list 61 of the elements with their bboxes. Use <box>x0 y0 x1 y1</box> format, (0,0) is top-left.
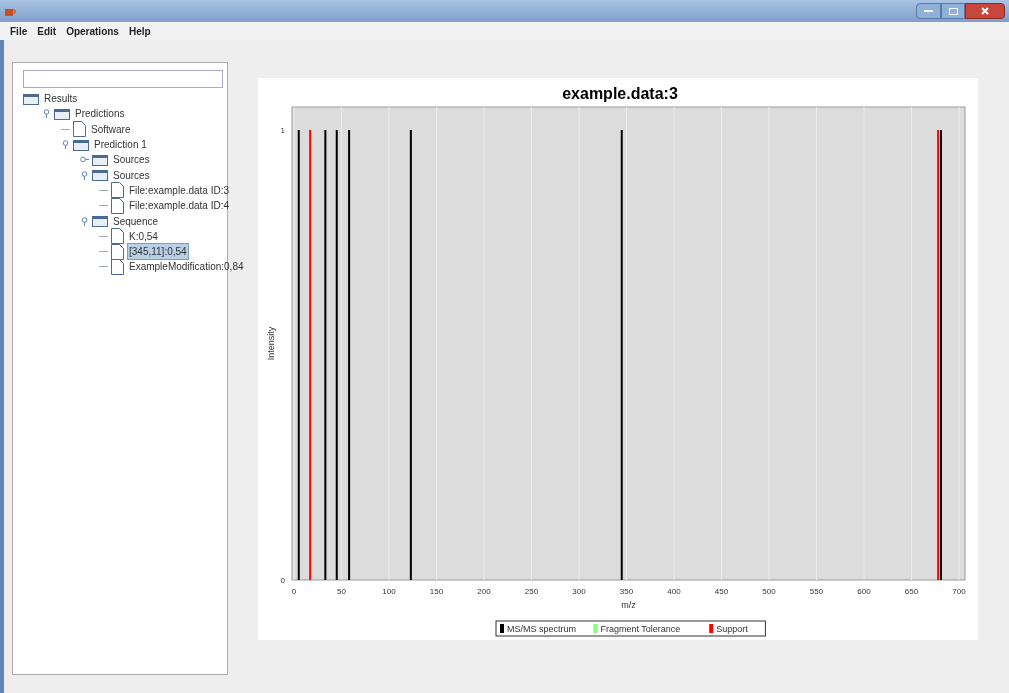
x-tick-label: 100 <box>382 587 396 596</box>
x-tick-label: 700 <box>952 587 966 596</box>
folder-icon <box>73 138 89 151</box>
x-tick-label: 600 <box>857 587 871 596</box>
expanded-handle-icon[interactable] <box>61 140 70 150</box>
folder-icon <box>92 169 108 182</box>
expanded-handle-icon[interactable] <box>80 216 89 226</box>
tree-item[interactable]: Prediction 1 <box>92 136 149 154</box>
document-icon <box>111 182 124 199</box>
legend-label: Fragment Tolerance <box>600 624 681 634</box>
minimize-button[interactable] <box>916 3 941 19</box>
x-tick-label: 200 <box>477 587 491 596</box>
tree-item[interactable]: File:example.data ID:3 <box>127 181 232 199</box>
x-axis-title: m/z <box>621 600 636 610</box>
x-tick-label: 250 <box>524 587 539 596</box>
legend-label: Support <box>716 624 748 634</box>
filter-field[interactable] <box>23 70 223 88</box>
tree-item[interactable]: Software <box>89 120 133 138</box>
tree-item[interactable]: Predictions <box>73 105 127 123</box>
x-tick-label: 650 <box>904 587 919 596</box>
tree-item[interactable]: K:0,54 <box>127 227 160 245</box>
maximize-button[interactable] <box>941 3 965 19</box>
menu-item[interactable]: Help <box>128 23 151 39</box>
tree-item[interactable]: ExampleModification:0,84 <box>127 258 246 276</box>
x-tick-label: 400 <box>667 587 681 596</box>
close-button[interactable] <box>965 3 1005 19</box>
tree-item[interactable]: [345,11]:0,54 <box>127 243 189 261</box>
menu-item[interactable]: Edit <box>37 23 57 39</box>
x-tick-label: 150 <box>429 587 444 596</box>
x-tick-label: 550 <box>809 587 824 596</box>
expanded-handle-icon[interactable] <box>80 170 89 180</box>
expanded-handle-icon[interactable] <box>42 109 51 119</box>
tree-item[interactable]: Results <box>42 90 80 108</box>
y-axis-title: Intensity <box>266 326 276 361</box>
x-tick-label: 500 <box>762 587 776 596</box>
folder-icon <box>23 92 39 105</box>
document-icon <box>73 121 86 138</box>
document-icon <box>111 258 124 275</box>
collapsed-handle-icon[interactable] <box>80 155 89 165</box>
x-tick-label: 50 <box>337 587 346 596</box>
x-tick-label: 450 <box>714 587 729 596</box>
document-icon <box>111 197 124 214</box>
folder-icon <box>92 153 108 166</box>
x-tick-label: 0 <box>291 587 297 596</box>
menu-item[interactable]: Operations <box>66 23 119 39</box>
tree-item[interactable]: Sequence <box>111 212 161 230</box>
tree-item[interactable]: Sources <box>111 166 152 184</box>
tree-item[interactable]: Sources <box>111 151 152 169</box>
x-tick-label: 300 <box>572 587 586 596</box>
menu-item[interactable]: File <box>10 23 28 39</box>
document-icon <box>111 228 124 245</box>
x-tick-label: 350 <box>619 587 634 596</box>
chart-title: example.data:3 <box>562 85 678 102</box>
folder-icon <box>92 215 108 227</box>
y-tick-label: 1 <box>280 126 285 135</box>
y-tick-label: 0 <box>280 576 285 585</box>
legend-label: MS/MS spectrum <box>507 624 576 634</box>
folder-icon <box>54 107 70 120</box>
document-icon <box>111 243 124 260</box>
close-icon <box>981 7 989 15</box>
tree-item[interactable]: File:example.data ID:4 <box>127 197 232 215</box>
